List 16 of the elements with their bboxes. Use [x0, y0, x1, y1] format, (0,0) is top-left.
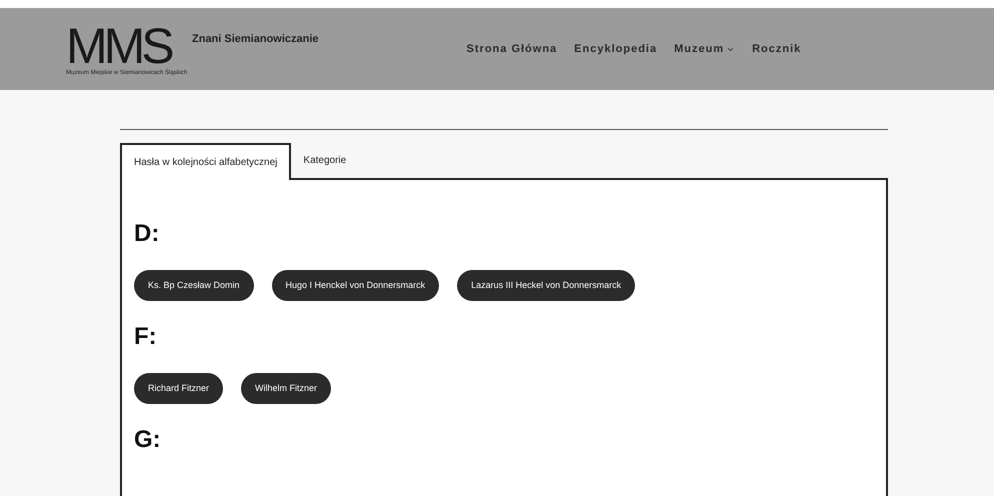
logo-letters: MMS: [66, 22, 171, 70]
entry-link[interactable]: Wilhelm Fitzner: [241, 373, 332, 404]
site-title[interactable]: Znani Siemianowiczanie: [192, 30, 319, 48]
entry-link[interactable]: Ks. Bp Czesław Domin: [134, 270, 254, 301]
nav-link[interactable]: Strona Główna: [466, 40, 558, 58]
letter-heading: G:: [134, 426, 162, 454]
entry-link[interactable]: Hugo I Henckel von Donnersmarck: [272, 270, 440, 301]
nav-link[interactable]: Muzeum: [674, 40, 736, 58]
nav-link[interactable]: Encyklopedia: [574, 40, 658, 58]
tab[interactable]: Kategorie: [291, 143, 358, 178]
letter-heading: F:: [134, 323, 158, 351]
entry-link[interactable]: Lazarus III Heckel von Donnersmarck: [457, 270, 636, 301]
nav-link[interactable]: Rocznik: [752, 40, 802, 58]
entry-link[interactable]: Richard Fitzner: [134, 373, 224, 404]
tab[interactable]: Hasła w kolejności alfabetycznej: [120, 143, 292, 180]
letter-heading: D:: [134, 220, 160, 248]
